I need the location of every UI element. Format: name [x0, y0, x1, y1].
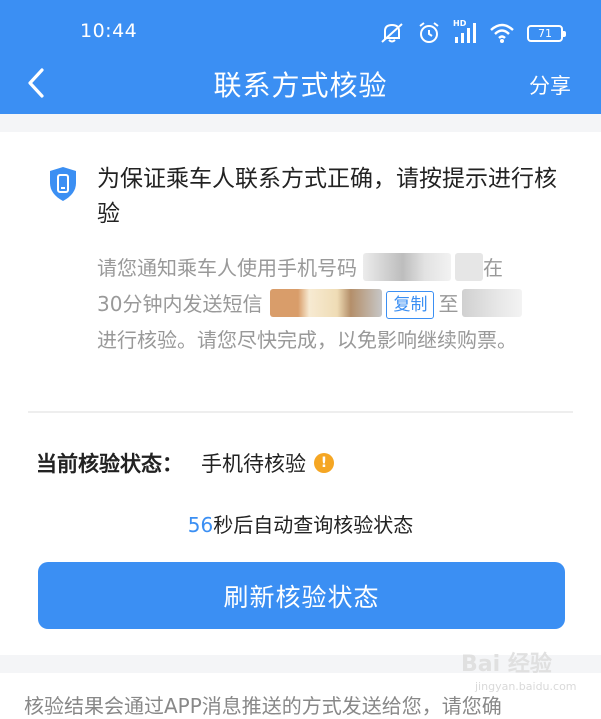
alarm-icon: [419, 22, 439, 43]
copy-button[interactable]: 复制: [386, 291, 435, 319]
status-time: 10:44: [80, 20, 138, 42]
watermark-logo: Bai 经验: [461, 652, 552, 677]
notice-body-mid1: 在: [483, 256, 503, 280]
masked-sms-code: [270, 289, 383, 317]
notice-body-prefix: 请您通知乘车人使用手机号码: [97, 256, 357, 280]
notice-body: 请您通知乘车人使用手机号码 在 30分钟内发送短信 复制至进行核验。请您尽快完成，以免…: [97, 250, 567, 358]
battery-icon: 71: [527, 24, 566, 42]
notice-body-suffix: 进行核验。请您尽快完成，以免影响继续购票。: [97, 328, 517, 352]
divider: [28, 411, 573, 413]
shield-phone-icon: [50, 167, 76, 201]
warning-icon: !: [314, 453, 334, 473]
notice-body-mid2: 30分钟内发送短信: [97, 292, 263, 316]
notice-body-mid3: 至: [438, 292, 459, 316]
share-button[interactable]: 分享: [529, 70, 571, 100]
countdown-label: 秒后自动查询核验状态: [213, 513, 414, 537]
signal-icon: HD: [453, 19, 477, 45]
page-title: 联系方式核验: [213, 69, 388, 102]
verification-status-row: 当前核验状态： 手机待核验 !: [36, 448, 334, 478]
baidu-jingyan-watermark: Bai 经验 jingyan.baidu.com: [461, 640, 577, 702]
masked-phone-number: [363, 253, 451, 281]
status-label: 当前核验状态：: [36, 452, 183, 476]
masked-target-number: [462, 289, 523, 317]
wifi-icon: [490, 23, 514, 43]
mute-icon: [381, 23, 403, 43]
status-value: 手机待核验: [201, 452, 306, 476]
watermark-url: jingyan.baidu.com: [475, 680, 577, 693]
countdown-text: 56秒后自动查询核验状态: [0, 509, 601, 538]
masked-phone-number-end: [455, 253, 483, 281]
notice-title: 为保证乘车人联系方式正确，请按提示进行核验: [97, 166, 557, 227]
countdown-seconds: 56: [187, 513, 214, 537]
section-gap: [0, 114, 601, 132]
status-icons: HD 71: [379, 19, 566, 46]
app-header: 10:44 HD 71 联系方式核验 分享: [0, 0, 601, 114]
refresh-status-button[interactable]: 刷新核验状态: [38, 562, 565, 629]
